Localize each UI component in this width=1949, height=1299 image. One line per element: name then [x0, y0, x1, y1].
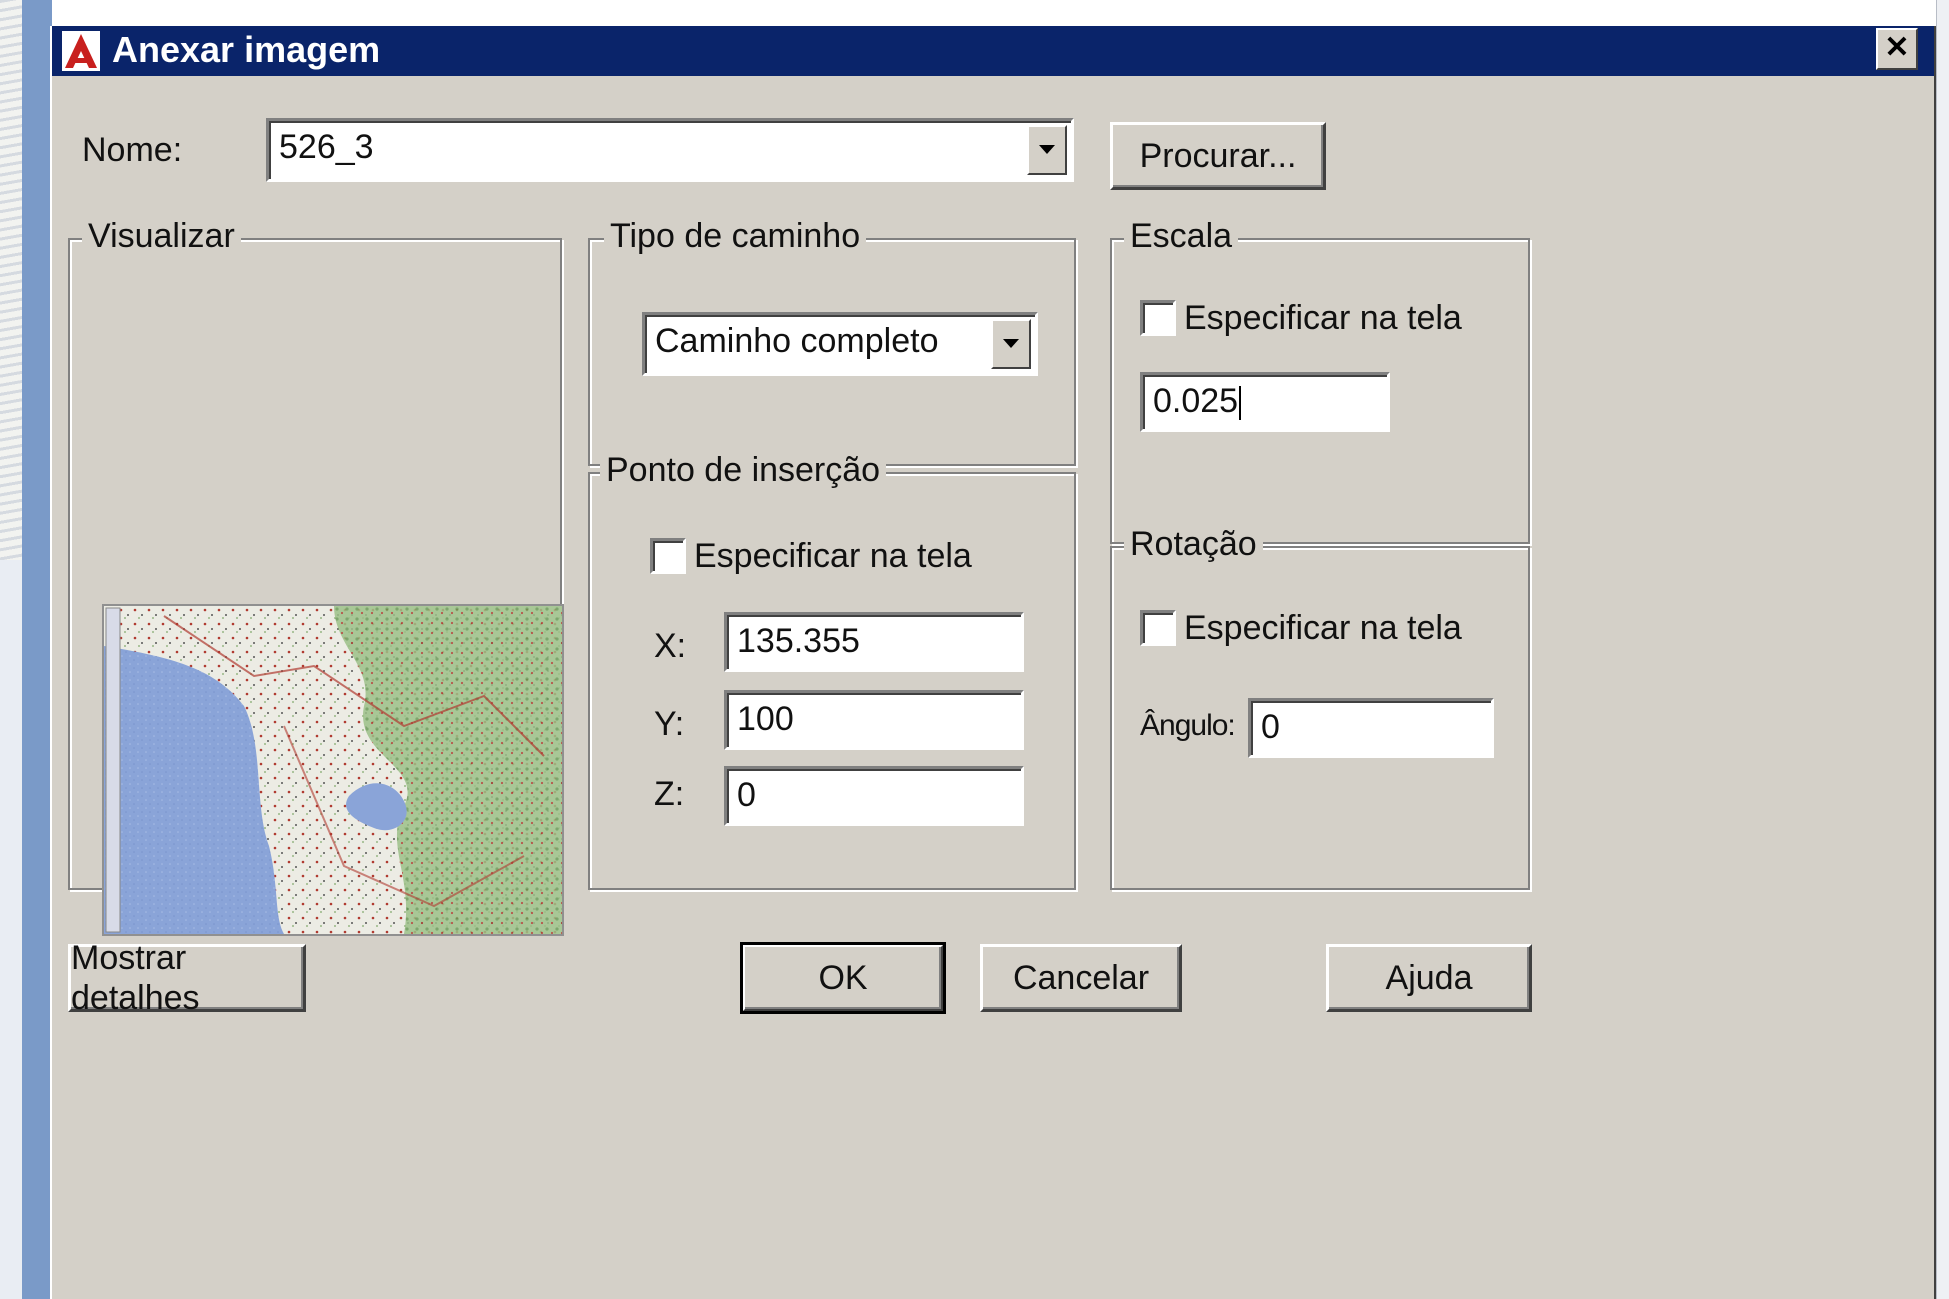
y-input-value: 100	[737, 700, 794, 738]
chevron-down-icon[interactable]	[991, 319, 1031, 369]
dialog-title: Anexar imagem	[112, 29, 381, 70]
background-map-sliver	[0, 0, 22, 560]
attach-image-dialog: Anexar imagem ✕ Nome: 526_3 Procurar... …	[50, 26, 1936, 1299]
image-preview	[102, 604, 564, 936]
insertion-point-group: Ponto de inserção	[588, 450, 1076, 890]
path-type-selected-value: Caminho completo	[655, 322, 939, 360]
scale-group-label: Escala	[1124, 216, 1239, 256]
angle-input-value: 0	[1261, 708, 1280, 746]
cancel-button[interactable]: Cancelar	[980, 944, 1182, 1012]
x-label: X:	[654, 627, 687, 665]
title-bar[interactable]: Anexar imagem ✕	[52, 26, 1934, 76]
background-drawing-edge	[0, 0, 23, 1299]
rotation-specify-label: Especificar na tela	[1184, 609, 1462, 647]
autocad-logo-icon	[60, 28, 102, 74]
chevron-down-icon[interactable]	[1027, 125, 1067, 175]
browse-button[interactable]: Procurar...	[1110, 122, 1326, 190]
y-input[interactable]: 100	[724, 690, 1024, 750]
rotation-specify-checkbox[interactable]	[1140, 610, 1176, 646]
scale-input[interactable]: 0.025	[1140, 372, 1390, 432]
background-window-edge	[22, 0, 52, 1299]
path-type-group-label: Tipo de caminho	[604, 216, 867, 256]
scale-specify-checkbox[interactable]	[1140, 300, 1176, 336]
preview-group: Visualizar	[68, 216, 564, 936]
preview-group-label: Visualizar	[82, 216, 241, 256]
x-input-value: 135.355	[737, 622, 860, 660]
insertion-specify-label: Especificar na tela	[694, 537, 972, 575]
z-label: Z:	[654, 775, 685, 813]
angle-input[interactable]: 0	[1248, 698, 1494, 758]
rotation-group-label: Rotação	[1124, 524, 1263, 564]
scale-specify-label: Especificar na tela	[1184, 299, 1462, 337]
name-label: Nome:	[82, 131, 183, 169]
background-right-edge	[1936, 0, 1949, 1299]
insertion-point-group-label: Ponto de inserção	[600, 450, 887, 490]
path-type-select[interactable]: Caminho completo	[642, 312, 1038, 376]
insertion-specify-checkbox[interactable]	[650, 538, 686, 574]
z-input[interactable]: 0	[724, 766, 1024, 826]
show-details-button[interactable]: Mostrar detalhes	[68, 939, 306, 1017]
help-button[interactable]: Ajuda	[1326, 944, 1532, 1012]
scale-input-value: 0.025	[1153, 382, 1239, 420]
name-combobox-value: 526_3	[279, 128, 374, 166]
y-label: Y:	[654, 705, 685, 743]
close-button[interactable]: ✕	[1876, 28, 1918, 70]
name-combobox[interactable]: 526_3	[266, 118, 1074, 182]
map-thumbnail	[104, 606, 562, 934]
angle-label: Ângulo:	[1140, 709, 1236, 742]
ok-button[interactable]: OK	[740, 942, 946, 1014]
text-caret	[1239, 386, 1242, 421]
z-input-value: 0	[737, 776, 756, 814]
x-input[interactable]: 135.355	[724, 612, 1024, 672]
